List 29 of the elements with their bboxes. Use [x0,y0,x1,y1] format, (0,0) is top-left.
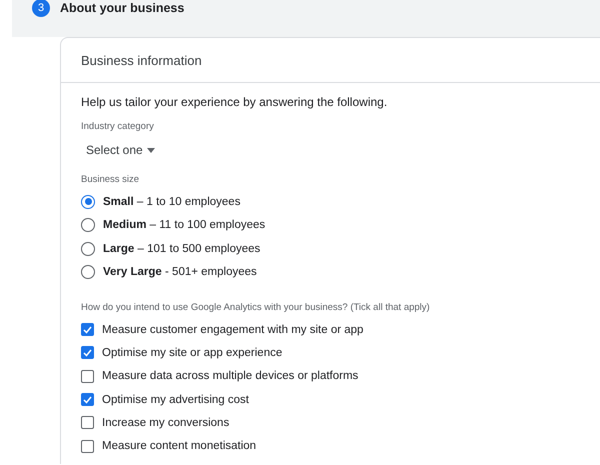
field-label: Industry category [81,121,155,134]
checkbox-label: Optimise my advertising cost [102,394,249,406]
checkbox[interactable] [81,346,94,360]
checkbox-label: Measure customer engagement with my site or app [102,324,364,336]
question-label: How do you intend to use Google Analytics with your business? (Tick all that apply) [81,302,431,315]
checkbox[interactable] [81,393,94,406]
step-title: About your business [60,1,184,15]
intro-text: Help us tailor your experience by answering the following. [81,95,388,111]
card-header: Business information [61,38,600,83]
checkbox[interactable] [81,416,94,430]
caret-icon [146,148,155,152]
checkbox-label: Increase my conversions [102,416,230,429]
industry-dropdown[interactable]: Select one [81,139,160,161]
radio-label: Medium – 11 to 100 employees [103,219,266,232]
field-label: Business size [81,174,140,187]
checkbox[interactable] [81,440,94,453]
radio-button[interactable] [81,265,95,280]
radio-button[interactable] [81,242,95,256]
checkbox-label: Measure data across multiple devices or platforms [102,370,358,382]
radio-button[interactable] [81,194,95,209]
checkbox[interactable] [81,370,94,383]
checkbox-label: Optimise my site or app experience [102,346,282,359]
step-number: 3 [32,0,50,17]
radio-label: Very Large - 501+ employees [103,266,257,278]
radio-button[interactable] [81,218,95,232]
checkbox-label: Measure content monetisation [102,440,256,452]
radio-label: Large – 101 to 500 employees [103,242,260,255]
radio-label: Small – 1 to 10 employees [103,196,240,208]
checkbox[interactable] [81,323,94,336]
